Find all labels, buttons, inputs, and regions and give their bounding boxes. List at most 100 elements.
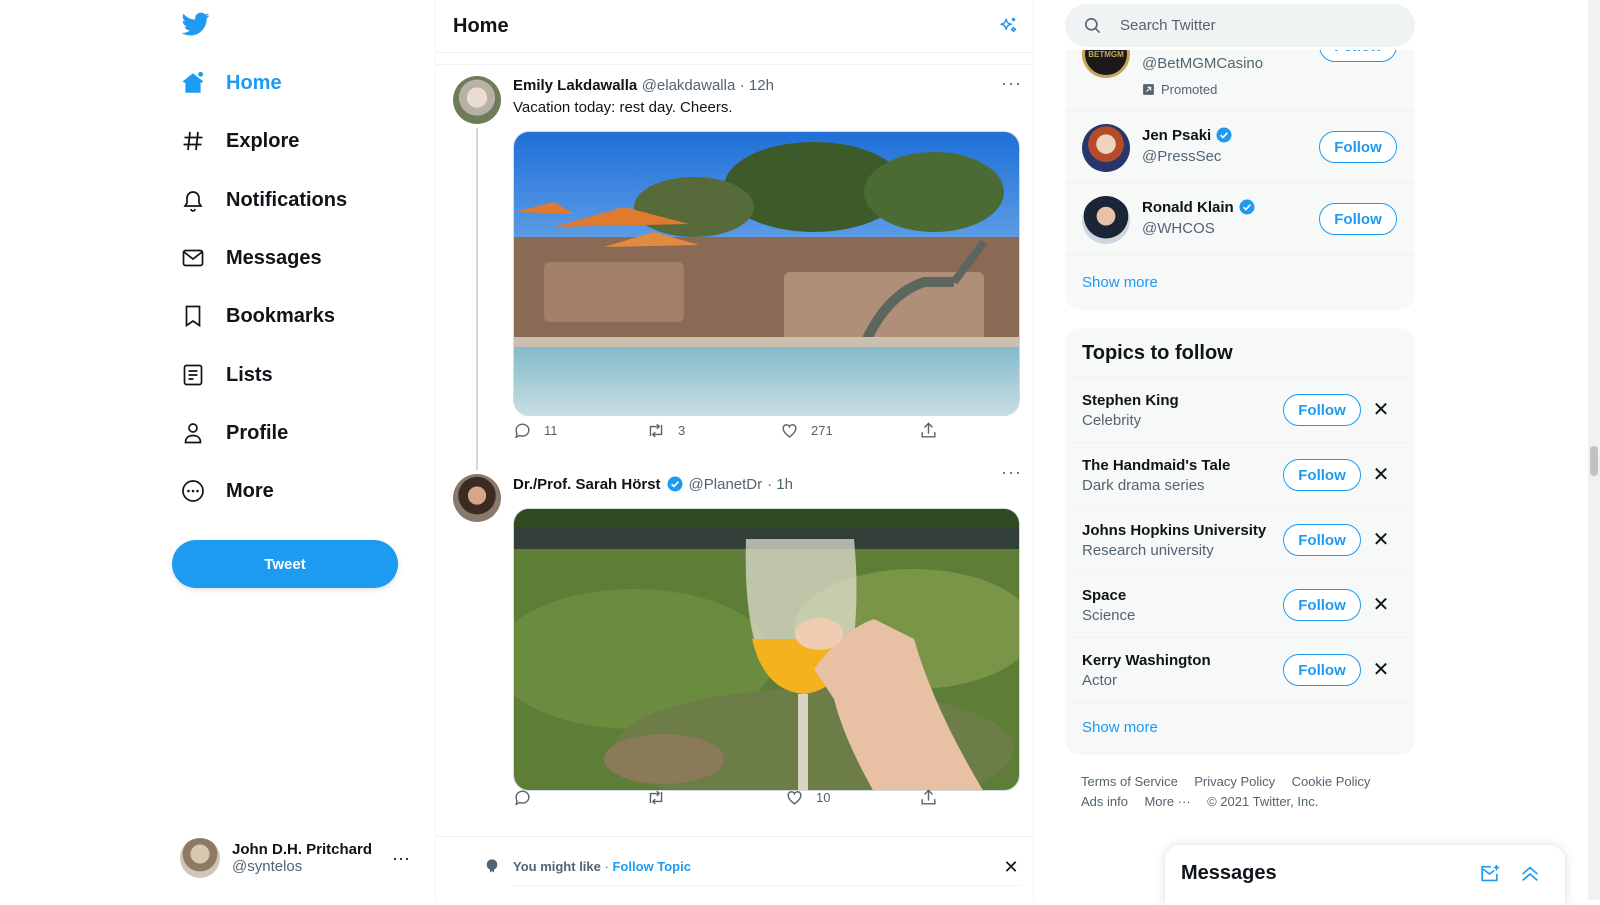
bookmark-icon: [180, 303, 206, 329]
dismiss-icon[interactable]: ✕: [1371, 595, 1391, 615]
retweet-button[interactable]: 3: [646, 421, 685, 440]
follow-button[interactable]: Follow: [1283, 654, 1361, 686]
page-title: Home: [453, 15, 509, 37]
follow-button[interactable]: Follow: [1283, 394, 1361, 426]
footer-link-privacy[interactable]: Privacy Policy: [1194, 774, 1275, 789]
tweet-image[interactable]: [513, 131, 1020, 416]
promoted-label: Promoted: [1161, 82, 1218, 97]
follow-button[interactable]: Follow: [1319, 203, 1397, 235]
tweet-more-icon[interactable]: ···: [1001, 462, 1022, 483]
account-more-icon[interactable]: ···: [392, 848, 410, 869]
more-circle-icon: [180, 478, 206, 504]
tweet-author-handle[interactable]: @PlanetDr: [689, 476, 763, 493]
show-more-link[interactable]: Show more: [1082, 719, 1158, 736]
tweet-more-icon[interactable]: ···: [1001, 73, 1022, 94]
tweet-image[interactable]: [513, 508, 1020, 791]
topic-name: Stephen King: [1082, 392, 1179, 409]
promoted-icon: [1143, 84, 1154, 95]
nav-lists[interactable]: Lists: [180, 353, 273, 397]
topic-row[interactable]: Johns Hopkins University Research univer…: [1065, 508, 1415, 573]
follow-button[interactable]: Follow: [1283, 524, 1361, 556]
nav-explore-label: Explore: [226, 129, 300, 152]
scrollbar-thumb[interactable]: [1590, 446, 1598, 476]
topic-category: Celebrity: [1082, 412, 1142, 429]
sparkle-icon[interactable]: [997, 16, 1019, 38]
tweet-text: Vacation today: rest day. Cheers.: [513, 99, 733, 116]
account-switcher[interactable]: John D.H. Pritchard @syntelos ···: [180, 832, 412, 884]
avatar[interactable]: [453, 474, 501, 522]
share-icon: [921, 422, 936, 438]
topic-row[interactable]: Stephen King Celebrity Follow ✕: [1065, 378, 1415, 443]
topic-category: Research university: [1082, 542, 1214, 559]
like-button[interactable]: 10: [785, 788, 830, 807]
tweet-button[interactable]: Tweet: [172, 540, 398, 588]
dismiss-icon[interactable]: ✕: [1371, 400, 1391, 420]
home-icon: [180, 70, 206, 96]
tweet-author-name[interactable]: Emily Lakdawalla: [513, 77, 637, 94]
tweet-author-name[interactable]: Dr./Prof. Sarah Hörst: [513, 476, 661, 493]
nav-bookmarks[interactable]: Bookmarks: [180, 294, 335, 338]
topic-row[interactable]: Kerry Washington Actor Follow ✕: [1065, 638, 1415, 703]
verified-badge-icon: [1239, 199, 1255, 215]
topic-row[interactable]: The Handmaid's Tale Dark drama series Fo…: [1065, 443, 1415, 508]
nav-more[interactable]: More: [180, 469, 274, 513]
nav-home[interactable]: Home: [180, 61, 282, 105]
dismiss-icon[interactable]: ✕: [1371, 465, 1391, 485]
twitter-logo-icon[interactable]: [180, 10, 216, 42]
tweet[interactable]: Emily Lakdawalla @elakdawalla · 12h ··· …: [436, 65, 1033, 470]
dismiss-icon[interactable]: ✕: [1371, 660, 1391, 680]
close-icon[interactable]: ✕: [1001, 857, 1021, 877]
new-message-icon[interactable]: [1479, 863, 1501, 885]
avatar[interactable]: [1082, 196, 1130, 244]
search-icon: [1084, 17, 1101, 34]
chevron-up-icon[interactable]: [1519, 863, 1541, 885]
tweet-time[interactable]: · 1h: [767, 476, 793, 493]
account-name[interactable]: Jen Psaki: [1142, 127, 1211, 144]
like-button[interactable]: 271: [780, 421, 833, 440]
retweet-button[interactable]: [646, 788, 678, 807]
topic-category: Dark drama series: [1082, 477, 1205, 494]
share-button[interactable]: [919, 788, 938, 807]
follow-button[interactable]: Follow: [1283, 589, 1361, 621]
account-row[interactable]: Ronald Klain @WHCOS Follow: [1065, 184, 1415, 256]
timeline-header: Home: [436, 0, 1033, 53]
nav-messages[interactable]: Messages: [180, 236, 322, 280]
topic-category: Actor: [1082, 672, 1118, 689]
tweet[interactable]: Dr./Prof. Sarah Hörst @PlanetDr · 1h ···: [436, 462, 1033, 837]
avatar[interactable]: [1082, 124, 1130, 172]
reply-icon: [515, 423, 530, 439]
retweet-icon: [649, 423, 663, 438]
nav-lists-label: Lists: [226, 363, 273, 386]
nav-notifications[interactable]: Notifications: [180, 178, 347, 222]
show-more-link[interactable]: Show more: [1082, 274, 1158, 291]
messages-drawer[interactable]: Messages: [1165, 845, 1565, 905]
footer-link-terms[interactable]: Terms of Service: [1081, 774, 1178, 789]
reply-icon: [515, 790, 530, 806]
reply-button[interactable]: [513, 788, 544, 807]
copyright: © 2021 Twitter, Inc.: [1207, 794, 1319, 809]
nav-explore[interactable]: Explore: [180, 119, 299, 163]
search-box[interactable]: [1065, 4, 1415, 47]
footer-link-cookies[interactable]: Cookie Policy: [1292, 774, 1371, 789]
follow-topic-link[interactable]: Follow Topic: [612, 859, 690, 874]
account-name: John D.H. Pritchard: [232, 841, 373, 858]
avatar[interactable]: [453, 76, 501, 124]
nav-bookmarks-label: Bookmarks: [226, 304, 335, 327]
reply-button[interactable]: 11: [513, 421, 558, 440]
footer-link-ads[interactable]: Ads info: [1081, 794, 1128, 809]
nav-profile[interactable]: Profile: [180, 411, 288, 455]
account-row[interactable]: Jen Psaki @PressSec Follow: [1065, 112, 1415, 184]
tweet-time[interactable]: · 12h: [740, 77, 774, 94]
follow-button[interactable]: Follow: [1319, 131, 1397, 163]
topics-panel: Topics to follow Stephen King Celebrity …: [1065, 328, 1415, 755]
search-input[interactable]: [1120, 17, 1380, 34]
share-button[interactable]: [919, 421, 938, 440]
topic-name: Kerry Washington: [1082, 652, 1211, 669]
dismiss-icon[interactable]: ✕: [1371, 530, 1391, 550]
account-name[interactable]: Ronald Klain: [1142, 199, 1234, 216]
footer-more-button[interactable]: More ···: [1144, 794, 1190, 809]
promoted-account-row[interactable]: BETMGM @BetMGMCasino Promoted Follow: [1065, 30, 1415, 112]
tweet-author-handle[interactable]: @elakdawalla: [642, 77, 736, 94]
follow-button[interactable]: Follow: [1283, 459, 1361, 491]
topic-row[interactable]: Space Science Follow ✕: [1065, 573, 1415, 638]
